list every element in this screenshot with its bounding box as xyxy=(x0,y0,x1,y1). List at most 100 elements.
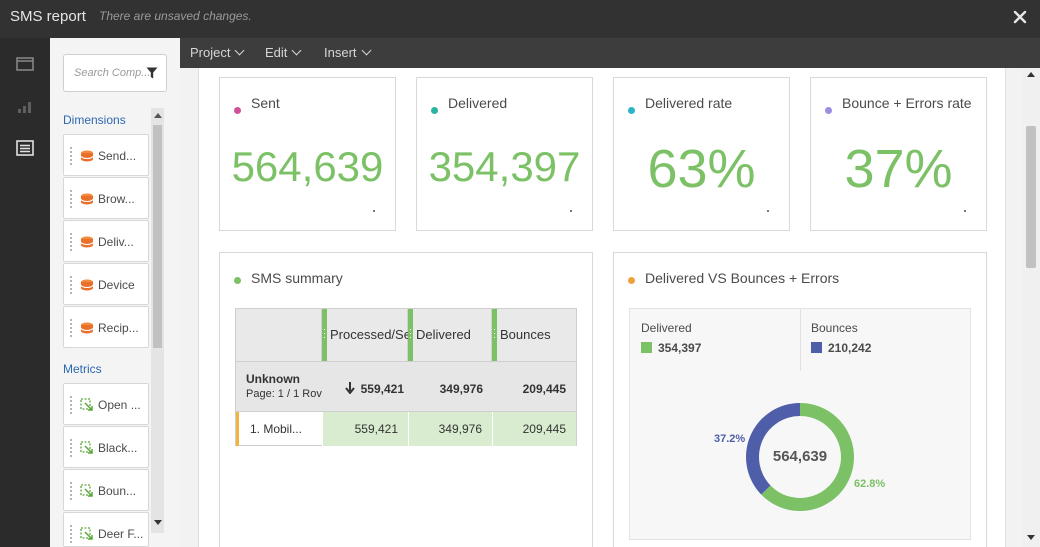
legend-divider xyxy=(800,309,801,371)
components-icon[interactable] xyxy=(15,138,35,158)
dimension-icon xyxy=(80,322,94,334)
kpi-card-bounce-errors-rate[interactable]: Bounce + Errors rate 37% xyxy=(810,77,987,231)
drag-handle[interactable] xyxy=(70,190,73,208)
table-row[interactable]: 1. Mobil... 559,421 349,976 209,445 xyxy=(236,411,576,446)
metric-icon xyxy=(80,441,93,454)
column-drag-handle[interactable] xyxy=(322,309,327,361)
canvas-scrollbar[interactable] xyxy=(1022,68,1040,547)
legend-swatch xyxy=(641,342,652,353)
dimension-label: Send... xyxy=(98,149,137,163)
dimension-item[interactable]: Brow... xyxy=(63,177,149,219)
scroll-down-arrow-icon[interactable] xyxy=(154,520,162,525)
total-value: 559,421 xyxy=(360,382,404,396)
summary-dot xyxy=(234,277,241,284)
kpi-dot-mark xyxy=(767,210,769,212)
dimensions-heading: Dimensions xyxy=(63,113,126,127)
column-header[interactable]: Processed/Se xyxy=(322,309,411,361)
sort-descending-icon[interactable] xyxy=(345,382,355,394)
table-cell: 209,445 xyxy=(492,412,576,446)
scrollbar-thumb[interactable] xyxy=(153,125,162,348)
components-scrollbar[interactable] xyxy=(151,108,164,533)
kpi-card-sent[interactable]: Sent 564,639 xyxy=(219,77,396,231)
chevron-down-icon xyxy=(361,45,371,56)
menu-bar: Project Edit Insert xyxy=(180,38,1040,68)
filter-icon[interactable] xyxy=(146,67,158,79)
column-header[interactable]: Bounces xyxy=(492,309,576,361)
drag-handle[interactable] xyxy=(70,233,73,251)
cell-value: 559,421 xyxy=(354,422,398,436)
scrollbar-thumb[interactable] xyxy=(1026,126,1036,268)
donut-center-total: 564,639 xyxy=(773,448,827,465)
metric-item[interactable]: Deer F... xyxy=(63,512,149,547)
table-cell: 559,421 xyxy=(322,412,408,446)
close-icon[interactable] xyxy=(1012,9,1028,25)
legend-value-row: 210,242 xyxy=(811,341,871,355)
drag-handle[interactable] xyxy=(70,276,73,294)
menu-project[interactable]: Project xyxy=(190,45,245,60)
scroll-up-arrow-icon[interactable] xyxy=(1027,72,1035,77)
donut-title: Delivered VS Bounces + Errors xyxy=(645,270,840,286)
sms-summary-panel[interactable]: SMS summary Processed/Se Delivered Bounc… xyxy=(219,252,593,547)
dimension-item[interactable]: Recip... xyxy=(63,306,149,348)
legend-value: 210,242 xyxy=(828,341,872,355)
donut-panel[interactable]: Delivered VS Bounces + Errors Delivered … xyxy=(613,252,987,547)
drag-handle[interactable] xyxy=(70,319,73,337)
menu-label: Insert xyxy=(324,45,357,60)
metric-item[interactable]: Open ... xyxy=(63,383,149,425)
dimension-icon xyxy=(80,279,94,291)
donut-percent-bounces: 37.2% xyxy=(714,433,745,445)
total-label: Unknown xyxy=(246,372,300,386)
table-total-row: Unknown Page: 1 / 1 Rov 559,421 349,976 … xyxy=(236,361,576,411)
drag-handle[interactable] xyxy=(70,525,73,543)
column-drag-handle[interactable] xyxy=(408,309,413,361)
left-rail xyxy=(0,38,50,547)
kpi-title: Delivered xyxy=(448,95,508,111)
dimension-item[interactable]: Device xyxy=(63,263,149,305)
metric-label: Open ... xyxy=(98,398,141,412)
drag-handle[interactable] xyxy=(70,482,73,500)
cell-value: 209,445 xyxy=(522,422,566,436)
kpi-card-delivered[interactable]: Delivered 354,397 xyxy=(416,77,593,231)
panel-icon[interactable] xyxy=(15,54,35,74)
metrics-heading: Metrics xyxy=(63,362,102,376)
dimension-label: Deliv... xyxy=(98,235,134,249)
row-selection-marker xyxy=(236,412,239,446)
dimension-icon xyxy=(80,193,94,205)
kpi-card-delivered-rate[interactable]: Delivered rate 63% xyxy=(613,77,790,231)
legend-item-bounces[interactable]: Bounces 210,242 xyxy=(811,321,871,355)
metric-icon xyxy=(80,398,93,411)
components-panel: Search Comp... Dimensions Send... Brow..… xyxy=(50,38,180,547)
drag-handle[interactable] xyxy=(70,396,73,414)
cell-value: 349,976 xyxy=(438,422,482,436)
dimension-label: Brow... xyxy=(98,192,135,206)
kpi-title: Bounce + Errors rate xyxy=(842,95,972,111)
menu-edit[interactable]: Edit xyxy=(265,45,302,60)
column-header[interactable]: Delivered xyxy=(408,309,492,361)
scroll-up-arrow-icon[interactable] xyxy=(154,113,162,118)
donut-panel-dot xyxy=(628,277,635,284)
freeform-table: Processed/Se Delivered Bounces Unknown P… xyxy=(235,308,577,446)
kpi-dot xyxy=(431,107,438,114)
metric-label: Boun... xyxy=(98,484,137,498)
column-drag-handle[interactable] xyxy=(492,309,497,361)
metric-item[interactable]: Black... xyxy=(63,426,149,468)
scroll-down-arrow-icon[interactable] xyxy=(1027,535,1035,540)
dimension-item[interactable]: Deliv... xyxy=(63,220,149,262)
search-components-input[interactable]: Search Comp... xyxy=(63,54,167,92)
donut-chart-area: Delivered 354,397 Bounces 210,242 564,63… xyxy=(629,308,971,540)
metric-item[interactable]: Boun... xyxy=(63,469,149,511)
visualizations-icon[interactable] xyxy=(15,96,35,116)
dimension-item[interactable]: Send... xyxy=(63,134,149,176)
column-label: Delivered xyxy=(416,327,471,342)
total-value: 349,976 xyxy=(439,382,483,396)
summary-title: SMS summary xyxy=(251,270,343,286)
drag-handle[interactable] xyxy=(70,147,73,165)
metric-label: Black... xyxy=(98,441,138,455)
pagination-info: Page: 1 / 1 Rov xyxy=(246,388,322,400)
dimension-label: Recip... xyxy=(98,321,139,335)
legend-item-delivered[interactable]: Delivered 354,397 xyxy=(641,321,701,355)
dimension-label: Device xyxy=(98,278,135,292)
legend-name: Delivered xyxy=(641,321,692,335)
menu-insert[interactable]: Insert xyxy=(324,45,371,60)
drag-handle[interactable] xyxy=(70,439,73,457)
